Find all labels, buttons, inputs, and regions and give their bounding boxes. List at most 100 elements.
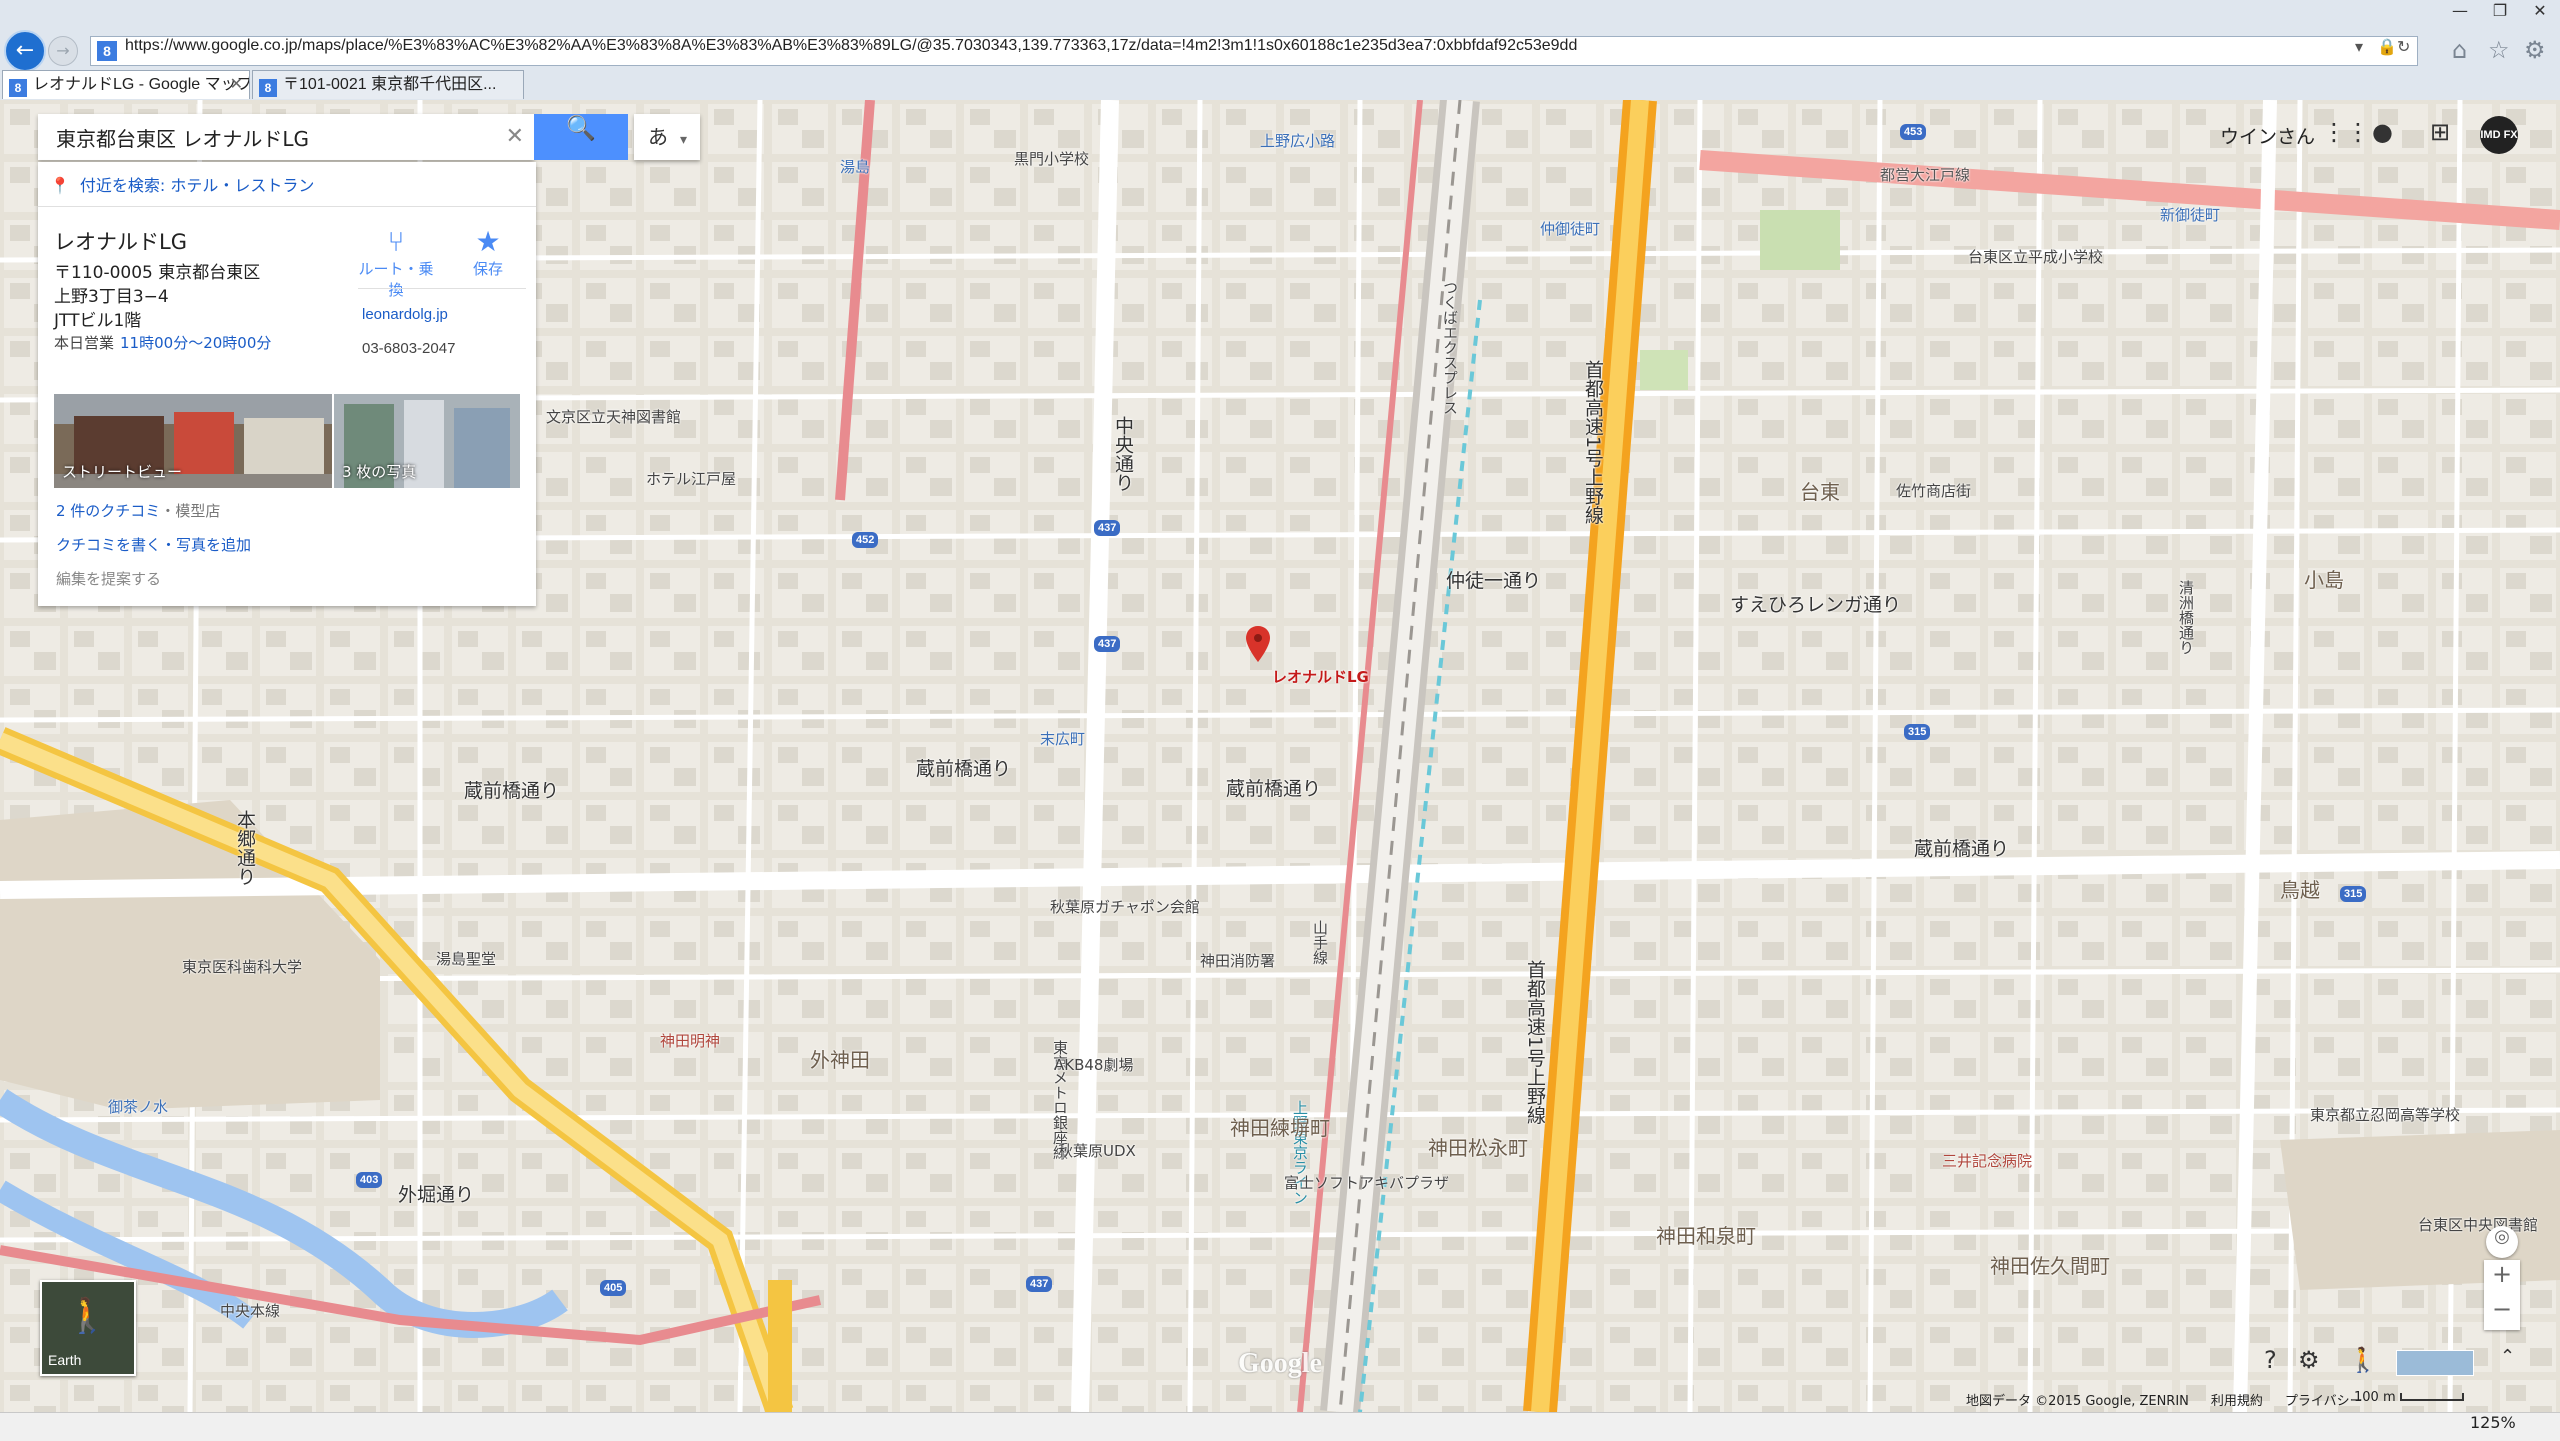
street-label: 外堀通り — [398, 1184, 475, 1206]
clear-search-icon[interactable]: ✕ — [506, 124, 524, 149]
place-label[interactable]: 東京医科歯科大学 — [182, 956, 302, 977]
station-label[interactable]: 御茶ノ水 — [108, 1096, 168, 1117]
place-label[interactable]: AKB48劇場 — [1054, 1054, 1133, 1075]
place-label[interactable]: 文京区立天神図書館 — [546, 406, 681, 427]
scale-bar[interactable]: 100 m — [2354, 1390, 2464, 1405]
place-label[interactable]: 神田消防署 — [1200, 950, 1275, 971]
reviews-link[interactable]: 2 件のクチコミ・模型店 — [56, 500, 220, 521]
navigation-row: ← → 8 https://www.google.co.jp/maps/plac… — [0, 28, 2560, 72]
input-method-button[interactable]: あ ▾ — [634, 114, 700, 160]
map-pin-label[interactable]: レオナルドLG — [1272, 666, 1369, 687]
close-window-icon[interactable]: ✕ — [2520, 0, 2560, 22]
save-label: 保存 — [472, 260, 503, 278]
street-label: 蔵前橋通り — [916, 758, 1012, 780]
place-label[interactable]: 秋葉原ガチャポン会館 — [1050, 896, 1200, 917]
station-label[interactable]: 仲御徒町 — [1540, 218, 1600, 239]
tab-google-maps[interactable]: 8 レオナルドLG - Google マップ ✕ — [2, 70, 250, 99]
district-label: 小島 — [2304, 568, 2344, 592]
scale-label: 100 m — [2354, 1390, 2396, 1405]
station-label[interactable]: 新御徒町 — [2160, 204, 2220, 225]
restore-icon[interactable]: ❐ — [2480, 0, 2520, 22]
compass-icon[interactable]: ◎ — [2486, 1226, 2518, 1258]
account-name[interactable]: ウインさん — [2220, 122, 2315, 149]
apps-grid-icon[interactable]: ⋮⋮ — [2322, 118, 2370, 146]
zoom-level[interactable]: 125% — [2470, 1413, 2516, 1432]
expand-chevron-icon[interactable]: ⌃ — [2500, 1346, 2515, 1367]
place-label[interactable]: 台東区中央図書館 — [2418, 1214, 2538, 1235]
forward-button[interactable]: → — [48, 36, 78, 66]
search-input[interactable] — [56, 114, 486, 160]
route-shield: 452 — [852, 532, 879, 548]
zoom-out-button[interactable]: − — [2484, 1295, 2520, 1330]
tab-address[interactable]: 8 〒101-0021 東京都千代田区... — [252, 70, 524, 99]
settings-gear-icon[interactable]: ⚙ — [2524, 36, 2546, 64]
rail-label: つくばエクスプレス — [1441, 280, 1459, 415]
help-icon[interactable]: ? — [2264, 1346, 2277, 1374]
hours-value[interactable]: 11時00分～20時00分 — [120, 334, 271, 352]
pegman-icon[interactable]: 🚶 — [2348, 1346, 2378, 1374]
map-pin-icon[interactable] — [1246, 626, 1270, 662]
tab-strip: 8 レオナルドLG - Google マップ ✕ 8 〒101-0021 東京都千代… — [0, 68, 2560, 100]
route-icon: ⑂ — [387, 225, 405, 258]
district-label: 鳥越 — [2280, 878, 2320, 902]
terms-link[interactable]: 利用規約 — [2211, 1394, 2263, 1409]
place-label[interactable]: 台東区立平成小学校 — [1968, 246, 2103, 267]
minimize-icon[interactable]: — — [2440, 0, 2480, 22]
search-dropdown-icon[interactable]: ▾ — [2355, 37, 2363, 56]
write-review-link[interactable]: クチコミを書く・写真を追加 — [56, 534, 251, 555]
place-label[interactable]: 佐竹商店街 — [1896, 480, 1971, 501]
suggest-edit-link[interactable]: 編集を提案する — [56, 568, 161, 589]
settings-gear-icon[interactable]: ⚙ — [2298, 1346, 2320, 1374]
privacy-link[interactable]: プライバシー — [2285, 1394, 2363, 1409]
star-icon: ★ — [475, 225, 501, 258]
district-label: 神田佐久間町 — [1990, 1254, 2110, 1278]
place-label[interactable]: ホテル江戸屋 — [646, 468, 736, 489]
route-shield: 453 — [1900, 124, 1927, 140]
search-box[interactable]: ✕ — [38, 114, 534, 160]
street-label: 都営大江戸線 — [1880, 166, 1971, 184]
copyright-text: 地図データ ©2015 Google, ZENRIN — [1966, 1394, 2189, 1409]
route-shield: 315 — [1904, 724, 1931, 740]
street-label: 中央通り — [1112, 416, 1134, 492]
nearby-search-link[interactable]: 📍 付近を検索: ホテル・レストラン — [50, 172, 314, 196]
back-button[interactable]: ← — [4, 30, 46, 72]
map-footer: 地図データ ©2015 Google, ZENRIN 利用規約 プライバシー — [1966, 1390, 2385, 1409]
website-link[interactable]: leonardolg.jp — [362, 306, 448, 323]
reviews-count[interactable]: 2 件のクチコミ — [56, 502, 160, 520]
earth-view-toggle[interactable]: 🚶 Earth — [40, 1280, 136, 1376]
station-label[interactable]: 末広町 — [1040, 728, 1085, 749]
avatar[interactable]: IMD FX — [2480, 116, 2518, 154]
location-pin-icon: 📍 — [50, 176, 70, 195]
browser-chrome: — ❐ ✕ ← → 8 https://www.google.co.jp/map… — [0, 0, 2560, 101]
share-plus-icon[interactable]: ⊞ — [2430, 118, 2450, 146]
station-label[interactable]: 湯島 — [840, 156, 870, 177]
tab-label: 〒101-0021 東京都千代田区... — [283, 76, 497, 93]
place-label[interactable]: 神田明神 — [660, 1030, 720, 1051]
search-icon: 🔍 — [566, 114, 596, 142]
save-button[interactable]: ★ 保存 — [448, 226, 528, 279]
notifications-icon[interactable]: ● — [2372, 118, 2393, 146]
place-label[interactable]: 湯島聖堂 — [436, 948, 496, 969]
lock-icon[interactable]: 🔒 — [2377, 37, 2397, 56]
photos-thumbnail[interactable]: 3 枚の写真 — [334, 394, 520, 488]
place-label[interactable]: 黒門小学校 — [1014, 148, 1089, 169]
close-tab-icon[interactable]: ✕ — [230, 71, 243, 99]
home-icon[interactable]: ⌂ — [2452, 36, 2467, 64]
refresh-icon[interactable]: ↻ — [2397, 37, 2410, 56]
place-label[interactable]: 三井記念病院 — [1942, 1150, 2032, 1171]
street-view-label: ストリートビュー — [62, 463, 183, 481]
street-view-thumbnail[interactable]: ストリートビュー — [54, 394, 332, 488]
search-button[interactable]: 🔍 — [534, 114, 628, 160]
favorites-star-icon[interactable]: ☆ — [2488, 36, 2510, 64]
zoom-in-button[interactable]: + — [2484, 1260, 2520, 1295]
address-bar[interactable]: 8 https://www.google.co.jp/maps/place/%E… — [90, 36, 2418, 66]
place-label[interactable]: 富士ソフトアキバプラザ — [1284, 1172, 1449, 1193]
address-line: 上野3丁目3−4 — [54, 287, 169, 307]
imagery-thumbnails[interactable] — [2396, 1350, 2474, 1376]
route-shield: 437 — [1026, 1276, 1053, 1292]
url-text[interactable]: https://www.google.co.jp/maps/place/%E3%… — [125, 37, 1577, 55]
place-label[interactable]: 秋葉原UDX — [1058, 1140, 1136, 1161]
station-label[interactable]: 上野広小路 — [1260, 130, 1335, 151]
place-label[interactable]: 東京都立忍岡高等学校 — [2310, 1104, 2460, 1125]
street-label: 蔵前橋通り — [1226, 778, 1322, 800]
